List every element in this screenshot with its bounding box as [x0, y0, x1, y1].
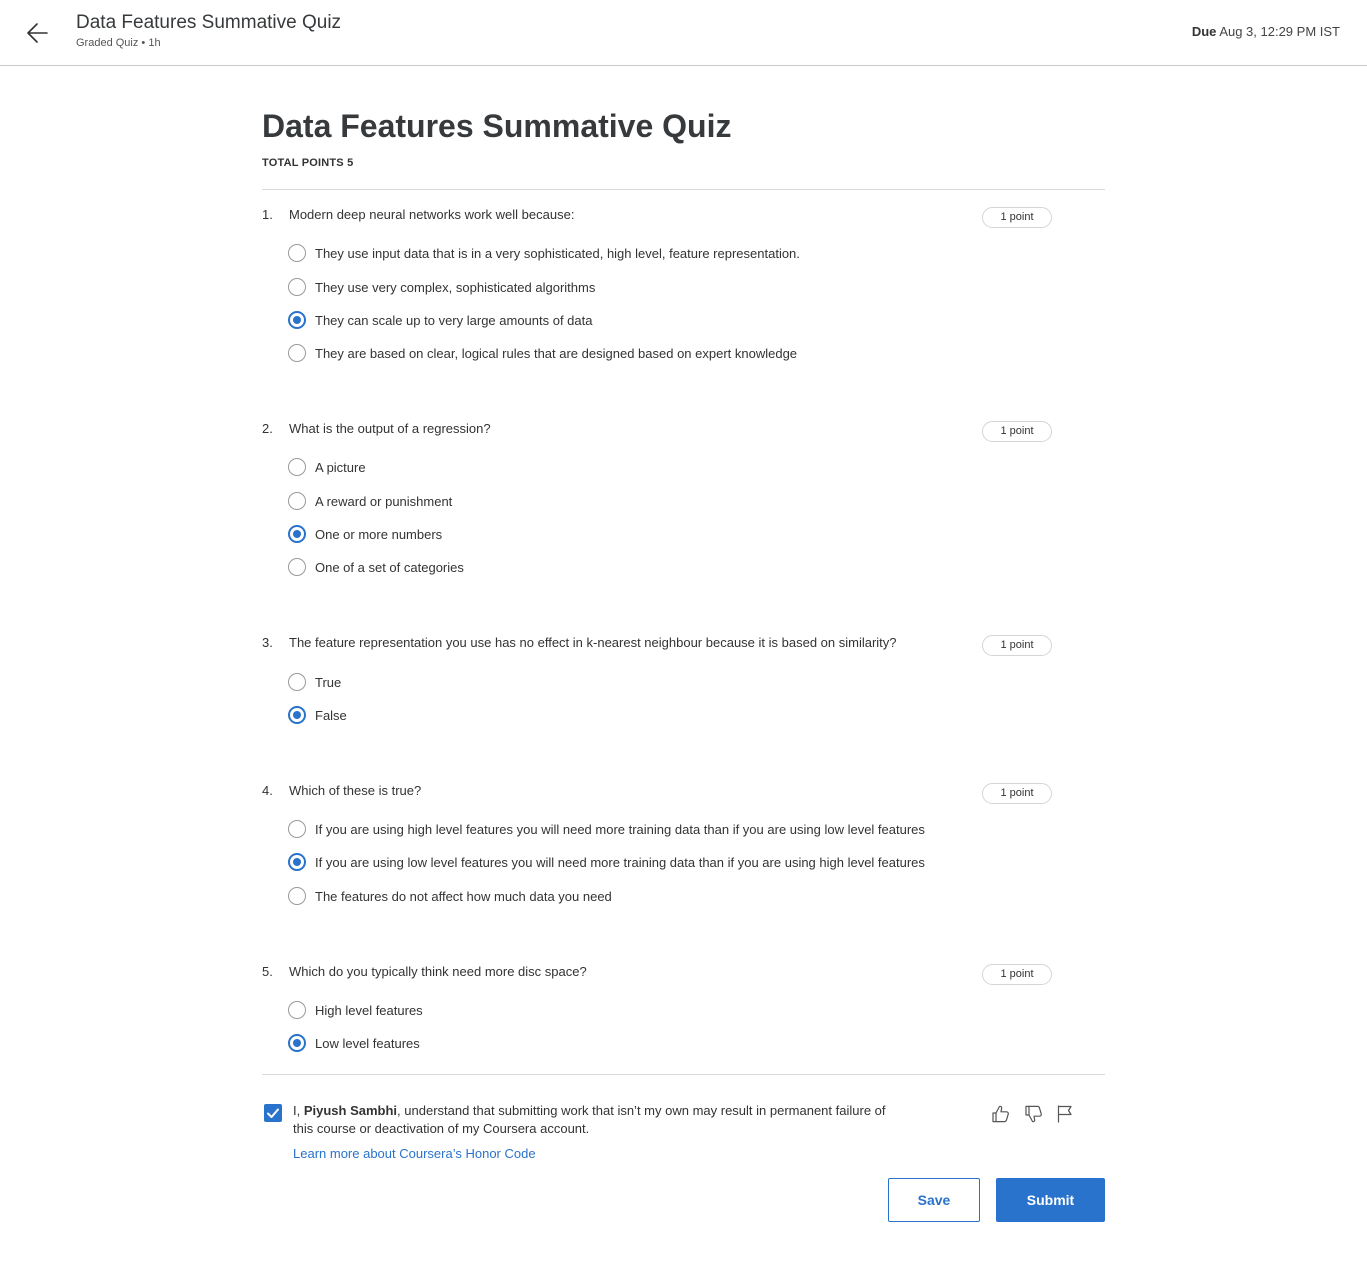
thumbs-up-icon [992, 1105, 1009, 1123]
option-label: Low level features [315, 1035, 420, 1051]
radio-button[interactable] [288, 344, 306, 362]
page-title: Data Features Summative Quiz [262, 108, 732, 144]
option-label: They use input data that is in a very so… [315, 245, 800, 261]
question-text: Which of these is true? [289, 783, 422, 798]
option-label: The features do not affect how much data… [315, 888, 612, 904]
answer-option[interactable]: A picture [288, 457, 366, 477]
option-label: High level features [315, 1002, 423, 1018]
honor-code-checkbox[interactable] [264, 1104, 282, 1122]
question-number: 5. [262, 964, 273, 979]
option-label: They are based on clear, logical rules t… [315, 345, 798, 361]
option-label: A picture [315, 459, 366, 475]
header-title: Data Features Summative Quiz [76, 12, 342, 33]
divider [262, 189, 1105, 190]
answer-option[interactable]: If you are using high level features you… [288, 819, 925, 839]
question-text: Modern deep neural networks work well be… [289, 207, 575, 222]
top-bar: Data Features Summative Quiz Graded Quiz… [0, 0, 1367, 66]
question-text: The feature representation you use has n… [289, 635, 897, 650]
answer-option[interactable]: They can scale up to very large amounts … [288, 310, 593, 330]
answer-option[interactable]: Low level features [288, 1033, 420, 1053]
flag-icon [1057, 1105, 1072, 1123]
submit-button[interactable]: Submit [996, 1178, 1105, 1222]
radio-button[interactable] [288, 244, 306, 262]
radio-button[interactable] [288, 1001, 306, 1019]
save-button[interactable]: Save [888, 1178, 980, 1222]
report-button[interactable] [1054, 1103, 1076, 1125]
option-label: They can scale up to very large amounts … [315, 312, 593, 328]
answer-option[interactable]: High level features [288, 1000, 423, 1020]
answer-option[interactable]: The features do not affect how much data… [288, 886, 612, 906]
due-date: Due Aug 3, 12:29 PM IST [1192, 24, 1340, 39]
divider [262, 1074, 1105, 1075]
answer-option[interactable]: False [288, 705, 347, 725]
total-points: TOTAL POINTS 5 [262, 157, 354, 169]
radio-button[interactable] [288, 673, 306, 691]
dislike-button[interactable] [1023, 1103, 1045, 1125]
question-text: What is the output of a regression? [289, 421, 491, 436]
checkmark-icon [267, 1108, 279, 1118]
option-label: If you are using high level features you… [315, 821, 925, 837]
radio-button[interactable] [288, 1034, 306, 1052]
answer-option[interactable]: One of a set of categories [288, 557, 464, 577]
due-label: Due [1191, 24, 1217, 39]
due-value: Aug 3, 12:29 PM IST [1219, 24, 1340, 39]
points-badge: 1 point [982, 783, 1052, 804]
back-button[interactable] [22, 17, 54, 49]
answer-option[interactable]: If you are using low level features you … [288, 852, 925, 872]
points-badge: 1 point [982, 207, 1052, 228]
answer-option[interactable]: They use input data that is in a very so… [288, 243, 800, 263]
radio-button[interactable] [288, 887, 306, 905]
like-button[interactable] [990, 1103, 1012, 1125]
option-label: One of a set of categories [315, 559, 464, 575]
question-number: 3. [262, 635, 273, 650]
answer-option[interactable]: A reward or punishment [288, 491, 452, 511]
question-number: 4. [262, 783, 273, 798]
option-label: A reward or punishment [315, 493, 453, 509]
option-label: True [315, 674, 342, 690]
honor-prefix: I, [293, 1103, 304, 1118]
question-text: Which do you typically think need more d… [289, 964, 587, 979]
points-badge: 1 point [982, 421, 1052, 442]
answer-option[interactable]: True [288, 672, 341, 692]
answer-option[interactable]: One or more numbers [288, 524, 442, 544]
question-number: 2. [262, 421, 273, 436]
radio-button[interactable] [288, 492, 306, 510]
thumbs-down-icon [1025, 1105, 1042, 1123]
radio-button[interactable] [288, 706, 306, 724]
answer-option[interactable]: They are based on clear, logical rules t… [288, 343, 797, 363]
option-label: If you are using low level features you … [315, 854, 925, 870]
question-number: 1. [262, 207, 273, 222]
points-badge: 1 point [982, 964, 1052, 985]
radio-button[interactable] [288, 458, 306, 476]
radio-button[interactable] [288, 278, 306, 296]
radio-button[interactable] [288, 820, 306, 838]
header-subtitle: Graded Quiz • 1h [76, 37, 161, 49]
option-label: They use very complex, sophisticated alg… [315, 279, 596, 295]
option-label: One or more numbers [315, 526, 443, 542]
learner-name: Piyush Sambhi [303, 1103, 398, 1118]
honor-code-statement: I, Piyush Sambhi, understand that submit… [293, 1102, 903, 1138]
points-badge: 1 point [982, 635, 1052, 656]
option-label: False [315, 707, 347, 723]
radio-button[interactable] [288, 558, 306, 576]
answer-option[interactable]: They use very complex, sophisticated alg… [288, 277, 595, 297]
radio-button[interactable] [288, 525, 306, 543]
radio-button[interactable] [288, 311, 306, 329]
back-arrow-icon [27, 23, 48, 43]
radio-button[interactable] [288, 853, 306, 871]
honor-code-link[interactable]: Learn more about Coursera’s Honor Code [293, 1146, 536, 1161]
